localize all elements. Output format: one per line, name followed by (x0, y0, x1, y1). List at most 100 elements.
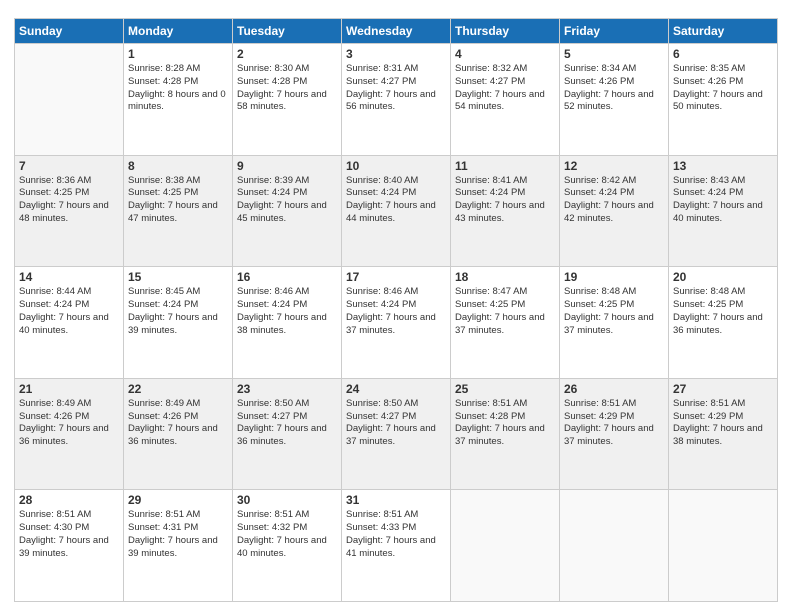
cell-date: 22 (128, 382, 228, 396)
calendar-cell: 30 Sunrise: 8:51 AMSunset: 4:32 PMDayligh… (233, 490, 342, 602)
calendar-cell: 26 Sunrise: 8:51 AMSunset: 4:29 PMDayligh… (560, 378, 669, 490)
weekday-header-sunday: Sunday (15, 19, 124, 44)
cell-date: 30 (237, 493, 337, 507)
calendar-cell: 11 Sunrise: 8:41 AMSunset: 4:24 PMDayligh… (451, 155, 560, 267)
cell-info: Sunrise: 8:34 AMSunset: 4:26 PMDaylight:… (564, 63, 664, 114)
cell-info: Sunrise: 8:51 AMSunset: 4:29 PMDaylight:… (564, 398, 664, 449)
week-row-1: 1 Sunrise: 8:28 AMSunset: 4:28 PMDaylight… (15, 44, 778, 156)
cell-info: Sunrise: 8:51 AMSunset: 4:30 PMDaylight:… (19, 509, 119, 560)
weekday-header-thursday: Thursday (451, 19, 560, 44)
cell-info: Sunrise: 8:49 AMSunset: 4:26 PMDaylight:… (19, 398, 119, 449)
cell-date: 12 (564, 159, 664, 173)
cell-info: Sunrise: 8:47 AMSunset: 4:25 PMDaylight:… (455, 286, 555, 337)
cell-info: Sunrise: 8:51 AMSunset: 4:32 PMDaylight:… (237, 509, 337, 560)
cell-date: 11 (455, 159, 555, 173)
cell-date: 20 (673, 270, 773, 284)
cell-info: Sunrise: 8:39 AMSunset: 4:24 PMDaylight:… (237, 175, 337, 226)
cell-info: Sunrise: 8:44 AMSunset: 4:24 PMDaylight:… (19, 286, 119, 337)
weekday-header-saturday: Saturday (669, 19, 778, 44)
weekday-header-row: SundayMondayTuesdayWednesdayThursdayFrid… (15, 19, 778, 44)
calendar-cell: 8Sunrise: 8:38 AMSunset: 4:25 PMDaylight… (124, 155, 233, 267)
cell-date: 9 (237, 159, 337, 173)
cell-date: 27 (673, 382, 773, 396)
cell-info: Sunrise: 8:46 AMSunset: 4:24 PMDaylight:… (346, 286, 446, 337)
calendar-cell: 12 Sunrise: 8:42 AMSunset: 4:24 PMDayligh… (560, 155, 669, 267)
cell-info: Sunrise: 8:46 AMSunset: 4:24 PMDaylight:… (237, 286, 337, 337)
cell-info: Sunrise: 8:35 AMSunset: 4:26 PMDaylight:… (673, 63, 773, 114)
calendar-cell: 9 Sunrise: 8:39 AMSunset: 4:24 PMDaylight… (233, 155, 342, 267)
calendar-cell: 21 Sunrise: 8:49 AMSunset: 4:26 PMDayligh… (15, 378, 124, 490)
cell-info: Sunrise: 8:51 AMSunset: 4:31 PMDaylight:… (128, 509, 228, 560)
calendar-cell: 10 Sunrise: 8:40 AMSunset: 4:24 PMDayligh… (342, 155, 451, 267)
cell-date: 28 (19, 493, 119, 507)
calendar-cell: 23 Sunrise: 8:50 AMSunset: 4:27 PMDayligh… (233, 378, 342, 490)
cell-date: 3 (346, 47, 446, 61)
cell-date: 5 (564, 47, 664, 61)
cell-info: Sunrise: 8:45 AMSunset: 4:24 PMDaylight:… (128, 286, 228, 337)
calendar-cell (669, 490, 778, 602)
calendar-cell: 31Sunrise: 8:51 AMSunset: 4:33 PMDayligh… (342, 490, 451, 602)
calendar-cell: 24 Sunrise: 8:50 AMSunset: 4:27 PMDayligh… (342, 378, 451, 490)
cell-date: 10 (346, 159, 446, 173)
cell-date: 13 (673, 159, 773, 173)
calendar-cell: 13Sunrise: 8:43 AMSunset: 4:24 PMDayligh… (669, 155, 778, 267)
calendar-cell (560, 490, 669, 602)
cell-info: Sunrise: 8:51 AMSunset: 4:29 PMDaylight:… (673, 398, 773, 449)
calendar-cell: 15 Sunrise: 8:45 AMSunset: 4:24 PMDayligh… (124, 267, 233, 379)
cell-date: 29 (128, 493, 228, 507)
cell-date: 16 (237, 270, 337, 284)
cell-info: Sunrise: 8:36 AMSunset: 4:25 PMDaylight:… (19, 175, 119, 226)
cell-date: 6 (673, 47, 773, 61)
calendar-cell: 28 Sunrise: 8:51 AMSunset: 4:30 PMDayligh… (15, 490, 124, 602)
cell-date: 19 (564, 270, 664, 284)
cell-date: 1 (128, 47, 228, 61)
calendar-cell: 27 Sunrise: 8:51 AMSunset: 4:29 PMDayligh… (669, 378, 778, 490)
cell-info: Sunrise: 8:48 AMSunset: 4:25 PMDaylight:… (564, 286, 664, 337)
calendar-cell: 22Sunrise: 8:49 AMSunset: 4:26 PMDayligh… (124, 378, 233, 490)
cell-info: Sunrise: 8:30 AMSunset: 4:28 PMDaylight:… (237, 63, 337, 114)
page: SundayMondayTuesdayWednesdayThursdayFrid… (0, 0, 792, 612)
calendar-cell: 19 Sunrise: 8:48 AMSunset: 4:25 PMDayligh… (560, 267, 669, 379)
calendar-cell: 18 Sunrise: 8:47 AMSunset: 4:25 PMDayligh… (451, 267, 560, 379)
weekday-header-wednesday: Wednesday (342, 19, 451, 44)
cell-date: 2 (237, 47, 337, 61)
cell-info: Sunrise: 8:50 AMSunset: 4:27 PMDaylight:… (237, 398, 337, 449)
cell-info: Sunrise: 8:42 AMSunset: 4:24 PMDaylight:… (564, 175, 664, 226)
calendar-cell: 3 Sunrise: 8:31 AMSunset: 4:27 PMDaylight… (342, 44, 451, 156)
cell-date: 18 (455, 270, 555, 284)
cell-info: Sunrise: 8:48 AMSunset: 4:25 PMDaylight:… (673, 286, 773, 337)
cell-info: Sunrise: 8:50 AMSunset: 4:27 PMDaylight:… (346, 398, 446, 449)
calendar-cell: 25 Sunrise: 8:51 AMSunset: 4:28 PMDayligh… (451, 378, 560, 490)
cell-date: 17 (346, 270, 446, 284)
calendar-cell (451, 490, 560, 602)
calendar-cell: 14 Sunrise: 8:44 AMSunset: 4:24 PMDayligh… (15, 267, 124, 379)
week-row-2: 7Sunrise: 8:36 AMSunset: 4:25 PMDaylight… (15, 155, 778, 267)
cell-info: Sunrise: 8:31 AMSunset: 4:27 PMDaylight:… (346, 63, 446, 114)
cell-info: Sunrise: 8:28 AMSunset: 4:28 PMDaylight:… (128, 63, 228, 114)
cell-date: 21 (19, 382, 119, 396)
calendar-cell: 20 Sunrise: 8:48 AMSunset: 4:25 PMDayligh… (669, 267, 778, 379)
cell-date: 24 (346, 382, 446, 396)
cell-info: Sunrise: 8:51 AMSunset: 4:33 PMDaylight:… (346, 509, 446, 560)
cell-date: 25 (455, 382, 555, 396)
week-row-4: 21 Sunrise: 8:49 AMSunset: 4:26 PMDayligh… (15, 378, 778, 490)
cell-info: Sunrise: 8:40 AMSunset: 4:24 PMDaylight:… (346, 175, 446, 226)
calendar-cell: 5 Sunrise: 8:34 AMSunset: 4:26 PMDaylight… (560, 44, 669, 156)
weekday-header-monday: Monday (124, 19, 233, 44)
cell-date: 14 (19, 270, 119, 284)
week-row-5: 28 Sunrise: 8:51 AMSunset: 4:30 PMDayligh… (15, 490, 778, 602)
cell-date: 26 (564, 382, 664, 396)
calendar-cell: 7Sunrise: 8:36 AMSunset: 4:25 PMDaylight… (15, 155, 124, 267)
cell-date: 8 (128, 159, 228, 173)
calendar-cell: 4Sunrise: 8:32 AMSunset: 4:27 PMDaylight… (451, 44, 560, 156)
calendar-cell: 6 Sunrise: 8:35 AMSunset: 4:26 PMDaylight… (669, 44, 778, 156)
cell-info: Sunrise: 8:41 AMSunset: 4:24 PMDaylight:… (455, 175, 555, 226)
cell-date: 23 (237, 382, 337, 396)
cell-info: Sunrise: 8:51 AMSunset: 4:28 PMDaylight:… (455, 398, 555, 449)
week-row-3: 14 Sunrise: 8:44 AMSunset: 4:24 PMDayligh… (15, 267, 778, 379)
weekday-header-tuesday: Tuesday (233, 19, 342, 44)
weekday-header-friday: Friday (560, 19, 669, 44)
cell-date: 15 (128, 270, 228, 284)
calendar-cell (15, 44, 124, 156)
calendar-cell: 2 Sunrise: 8:30 AMSunset: 4:28 PMDaylight… (233, 44, 342, 156)
